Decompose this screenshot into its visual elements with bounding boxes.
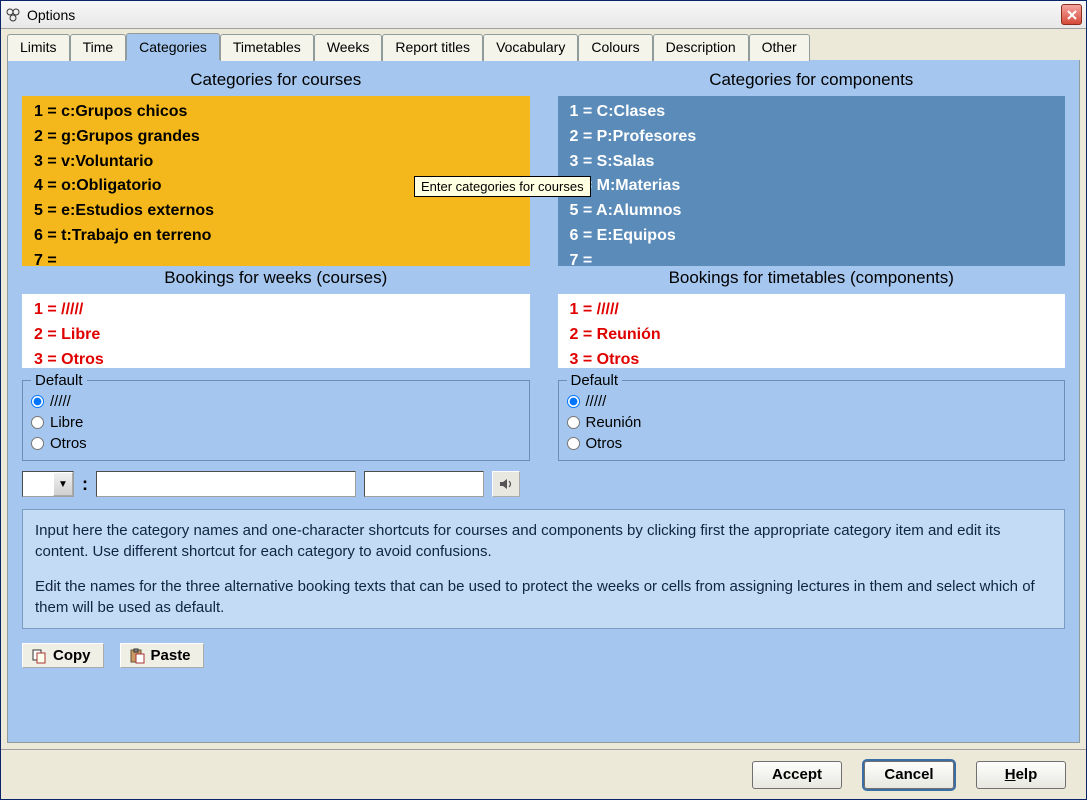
- default-courses-label: /////: [50, 391, 71, 412]
- bookings-components-title: Bookings for timetables (components): [558, 268, 1066, 288]
- courses-category-item[interactable]: 6 = t:Trabajo en terreno: [34, 224, 518, 249]
- sound-button[interactable]: [492, 471, 520, 497]
- categories-row: Categories for courses 1 = c:Grupos chic…: [22, 70, 1065, 266]
- courses-category-item[interactable]: 2 = g:Grupos grandes: [34, 125, 518, 150]
- tab-limits[interactable]: Limits: [7, 34, 70, 61]
- tab-description[interactable]: Description: [653, 34, 749, 61]
- bookings-components-list[interactable]: 1 = /////2 = Reunión3 = Otros: [558, 294, 1066, 368]
- courses-category-item[interactable]: 3 = v:Voluntario: [34, 150, 518, 175]
- components-category-item[interactable]: 2 = P:Profesores: [570, 125, 1054, 150]
- tab-timetables[interactable]: Timetables: [220, 34, 314, 61]
- tab-colours[interactable]: Colours: [578, 34, 652, 61]
- courses-category-item[interactable]: 1 = c:Grupos chicos: [34, 100, 518, 125]
- tab-categories[interactable]: Categories: [126, 33, 220, 60]
- default-components-option: /////: [567, 391, 1057, 412]
- bookings-components-column: Bookings for timetables (components) 1 =…: [558, 268, 1066, 461]
- bookings-courses-column: Bookings for weeks (courses) 1 = /////2 …: [22, 268, 530, 461]
- accept-button[interactable]: Accept: [752, 761, 842, 789]
- titlebar: Options: [1, 1, 1086, 29]
- tab-bar: LimitsTimeCategoriesTimetablesWeeksRepor…: [1, 29, 1086, 60]
- tab-time[interactable]: Time: [70, 34, 127, 61]
- bookings-courses-list[interactable]: 1 = /////2 = Libre3 = Otros: [22, 294, 530, 368]
- separator-colon: :: [82, 474, 88, 495]
- help-text-panel: Input here the category names and one-ch…: [22, 509, 1065, 629]
- category-name-input[interactable]: [96, 471, 356, 497]
- tab-report-titles[interactable]: Report titles: [382, 34, 483, 61]
- default-courses-option: Otros: [31, 433, 521, 454]
- default-courses-option: Libre: [31, 412, 521, 433]
- speaker-icon: [498, 476, 514, 492]
- paste-label: Paste: [151, 647, 191, 664]
- tab-weeks[interactable]: Weeks: [314, 34, 383, 61]
- category-shortcut-input[interactable]: [364, 471, 484, 497]
- components-category-item[interactable]: 1 = C:Clases: [570, 100, 1054, 125]
- default-courses-radio[interactable]: [31, 416, 44, 429]
- courses-categories-title: Categories for courses: [22, 70, 530, 90]
- default-components-group: Default /////ReuniónOtros: [558, 372, 1066, 461]
- paste-icon: [129, 648, 145, 664]
- bookings-components-item[interactable]: 1 = /////: [570, 298, 1054, 323]
- help-button[interactable]: Help: [976, 761, 1066, 789]
- bookings-row: Bookings for weeks (courses) 1 = /////2 …: [22, 268, 1065, 461]
- help-paragraph-2: Edit the names for the three alternative…: [35, 576, 1052, 618]
- default-courses-label: Libre: [50, 412, 83, 433]
- components-category-item[interactable]: 6 = E:Equipos: [570, 224, 1054, 249]
- category-edit-row: ▼ :: [22, 471, 1065, 497]
- paste-button[interactable]: Paste: [120, 643, 204, 668]
- default-courses-radio[interactable]: [31, 437, 44, 450]
- help-paragraph-1: Input here the category names and one-ch…: [35, 520, 1052, 562]
- components-category-item[interactable]: 5 = A:Alumnos: [570, 199, 1054, 224]
- app-icon: [5, 7, 21, 23]
- bookings-courses-item[interactable]: 3 = Otros: [34, 348, 518, 368]
- default-components-radio[interactable]: [567, 395, 580, 408]
- combo-dropdown-button[interactable]: ▼: [53, 472, 73, 496]
- courses-column: Categories for courses 1 = c:Grupos chic…: [22, 70, 530, 266]
- components-category-item[interactable]: 7 =: [570, 249, 1054, 266]
- components-category-item[interactable]: 4 = M:Materias: [570, 174, 1054, 199]
- options-window: Options LimitsTimeCategoriesTimetablesWe…: [0, 0, 1087, 800]
- courses-category-item[interactable]: 7 =: [34, 249, 518, 266]
- copy-label: Copy: [53, 647, 91, 664]
- default-components-label: /////: [586, 391, 607, 412]
- tab-other[interactable]: Other: [749, 34, 810, 61]
- bookings-courses-item[interactable]: 2 = Libre: [34, 323, 518, 348]
- close-button[interactable]: [1061, 4, 1082, 25]
- window-title: Options: [27, 7, 75, 23]
- bookings-components-item[interactable]: 2 = Reunión: [570, 323, 1054, 348]
- components-categories-title: Categories for components: [558, 70, 1066, 90]
- default-courses-group: Default /////LibreOtros: [22, 372, 530, 461]
- default-components-legend: Default: [567, 372, 623, 389]
- cancel-button[interactable]: Cancel: [864, 761, 954, 789]
- bookings-courses-title: Bookings for weeks (courses): [22, 268, 530, 288]
- default-components-label: Otros: [586, 433, 623, 454]
- default-courses-radio[interactable]: [31, 395, 44, 408]
- default-components-option: Otros: [567, 433, 1057, 454]
- copy-icon: [31, 648, 47, 664]
- category-number-input[interactable]: [23, 472, 53, 496]
- default-components-label: Reunión: [586, 412, 642, 433]
- copy-paste-row: Copy Paste: [22, 643, 1065, 668]
- components-column: Categories for components 1 = C:Clases2 …: [558, 70, 1066, 266]
- category-number-combo[interactable]: ▼: [22, 471, 74, 497]
- components-categories-list[interactable]: 1 = C:Clases2 = P:Profesores3 = S:Salas4…: [558, 96, 1066, 266]
- bookings-components-item[interactable]: 3 = Otros: [570, 348, 1054, 368]
- default-components-radio[interactable]: [567, 416, 580, 429]
- tab-content: Categories for courses 1 = c:Grupos chic…: [7, 60, 1080, 743]
- default-courses-legend: Default: [31, 372, 87, 389]
- tab-vocabulary[interactable]: Vocabulary: [483, 34, 578, 61]
- default-courses-option: /////: [31, 391, 521, 412]
- default-courses-label: Otros: [50, 433, 87, 454]
- tooltip: Enter categories for courses: [414, 176, 591, 197]
- default-components-option: Reunión: [567, 412, 1057, 433]
- copy-button[interactable]: Copy: [22, 643, 104, 668]
- courses-category-item[interactable]: 5 = e:Estudios externos: [34, 199, 518, 224]
- bookings-courses-item[interactable]: 1 = /////: [34, 298, 518, 323]
- dialog-footer: Accept Cancel Help: [1, 749, 1086, 799]
- components-category-item[interactable]: 3 = S:Salas: [570, 150, 1054, 175]
- close-icon: [1067, 10, 1077, 20]
- default-components-radio[interactable]: [567, 437, 580, 450]
